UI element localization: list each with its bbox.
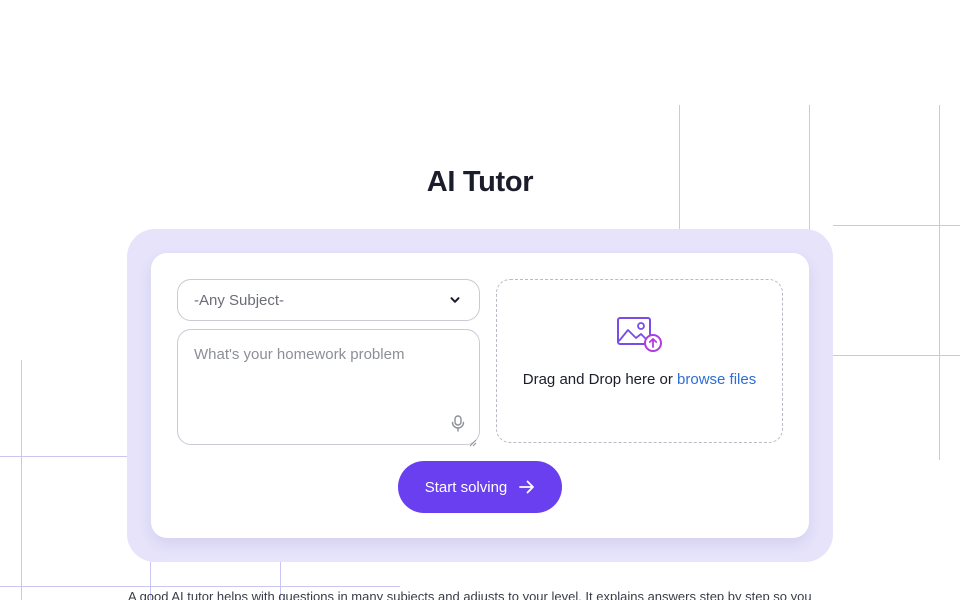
dropzone-text: Drag and Drop here or browse files (497, 371, 782, 388)
image-upload-icon (616, 316, 664, 354)
start-solving-label: Start solving (424, 478, 508, 496)
intro-paragraph: A good AI tutor helps with questions in … (128, 589, 812, 600)
page-title: AI Tutor (426, 166, 534, 198)
subject-select-value: -Any Subject- (194, 291, 285, 309)
dropzone-prompt: Drag and Drop here or (522, 371, 673, 388)
homework-problem-field (177, 329, 480, 447)
grid-line (21, 360, 22, 600)
homework-problem-input[interactable] (178, 330, 479, 444)
arrow-right-icon (519, 480, 535, 494)
grid-line (0, 456, 127, 457)
microphone-icon[interactable] (451, 415, 465, 432)
start-solving-button[interactable]: Start solving (398, 461, 562, 513)
grid-line (0, 586, 400, 587)
grid-line (939, 105, 940, 460)
browse-files-link[interactable]: browse files (677, 371, 756, 388)
resize-handle[interactable] (469, 434, 477, 447)
file-dropzone[interactable]: Drag and Drop here or browse files (496, 279, 783, 443)
subject-select[interactable]: -Any Subject- (177, 279, 480, 321)
grid-line (833, 355, 960, 356)
chevron-down-icon (449, 294, 461, 306)
page: AI Tutor -Any Subject- What's your homew… (0, 0, 960, 600)
grid-line (833, 225, 960, 226)
